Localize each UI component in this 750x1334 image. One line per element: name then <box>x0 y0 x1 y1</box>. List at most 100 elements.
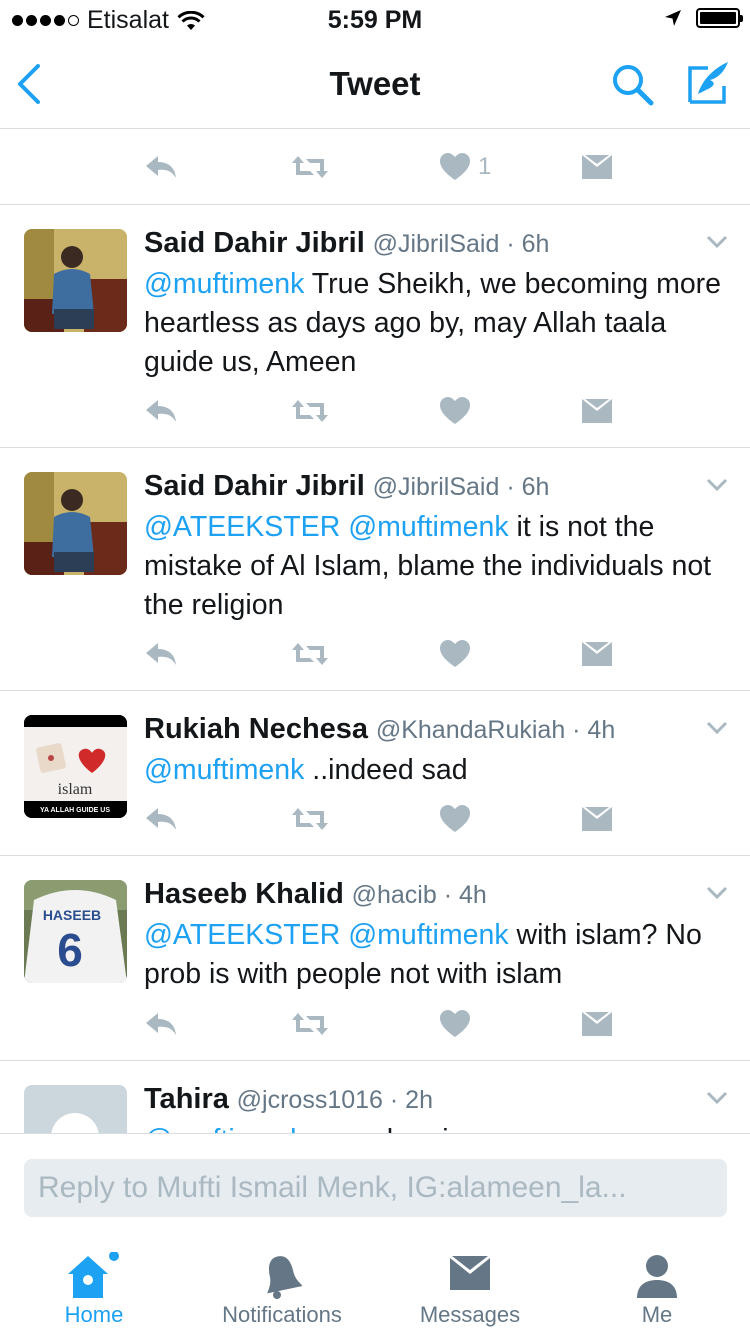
author-name[interactable]: Tahira <box>144 1083 229 1115</box>
tweet[interactable]: HASEEB 6 Haseeb Khalid @hacib · 4h @ATEE… <box>0 856 750 1061</box>
author-handle-time: @KhandaRukiah · 4h <box>375 716 616 744</box>
compose-icon[interactable] <box>684 58 732 106</box>
reply-icon <box>146 1013 176 1035</box>
status-bar: Etisalat 5:59 PM <box>0 0 750 40</box>
like-button[interactable] <box>440 634 470 674</box>
dm-share-button[interactable] <box>582 1004 612 1044</box>
mention-link[interactable]: @muftimenk <box>144 754 304 786</box>
author-handle-time: @hacib · 4h <box>351 881 487 909</box>
author-name[interactable]: Rukiah Nechesa <box>144 713 368 745</box>
retweet-icon <box>292 400 328 422</box>
envelope-icon <box>582 642 612 666</box>
retweet-button[interactable] <box>290 147 330 187</box>
envelope-icon <box>582 1012 612 1036</box>
tab-messages[interactable]: Messages <box>376 1236 564 1334</box>
chevron-down-icon[interactable] <box>706 478 728 492</box>
jersey-number: 6 <box>57 924 83 976</box>
envelope-icon <box>582 155 612 179</box>
person-icon <box>637 1255 677 1298</box>
tweet-actions: 1 <box>144 147 624 187</box>
home-icon <box>68 1252 119 1298</box>
chevron-down-icon[interactable] <box>706 886 728 900</box>
chevron-down-icon[interactable] <box>706 721 728 735</box>
retweet-icon <box>292 643 328 665</box>
tweet-text: @ATEEKSTER @muftimenk it is not the mist… <box>144 508 734 625</box>
retweet-button[interactable] <box>290 799 330 839</box>
reply-button[interactable] <box>144 799 178 839</box>
retweet-icon <box>292 156 328 178</box>
tab-bar: Home Notifications Messages Me <box>0 1236 750 1334</box>
tweet-header: Haseeb Khalid @hacib · 4h <box>144 878 487 911</box>
tweet-actions <box>144 391 624 431</box>
tab-label: Messages <box>419 1302 521 1327</box>
tab-label: Home <box>64 1302 124 1327</box>
dm-share-button[interactable] <box>582 634 612 674</box>
dm-share-button[interactable] <box>582 799 612 839</box>
like-button[interactable]: 1 <box>440 147 491 187</box>
tweet-body: ..indeed sad <box>304 754 468 786</box>
avatar[interactable] <box>24 472 127 575</box>
mention-link[interactable]: @ATEEKSTER @muftimenk <box>144 919 509 951</box>
tweet-text: @muftimenk ..indeed sad <box>144 751 734 790</box>
like-button[interactable] <box>440 391 470 431</box>
author-name[interactable]: Haseeb Khalid <box>144 878 344 910</box>
reply-icon <box>146 643 176 665</box>
reply-bar: Reply to Mufti Ismail Menk, IG:alameen_l… <box>0 1133 750 1236</box>
heart-icon <box>440 805 470 832</box>
like-button[interactable] <box>440 799 470 839</box>
reply-icon <box>146 156 176 178</box>
retweet-icon <box>292 1013 328 1035</box>
search-icon[interactable] <box>610 62 656 108</box>
mention-link[interactable]: @muftimenk <box>144 1124 304 1133</box>
tweet-text: @muftimenk True Sheikh, we becoming more… <box>144 265 734 382</box>
avatar[interactable] <box>24 1085 127 1133</box>
reply-button[interactable] <box>144 634 178 674</box>
tab-me[interactable]: Me <box>564 1236 750 1334</box>
author-name[interactable]: Said Dahir Jibril <box>144 227 365 259</box>
replies-feed[interactable]: 1 Said Dahir Jibril @JibrilSaid · 6h @mu… <box>0 129 750 1133</box>
tweet-actions <box>144 799 624 839</box>
reply-button[interactable] <box>144 391 178 431</box>
tweet-partial[interactable]: 1 <box>0 129 750 205</box>
retweet-button[interactable] <box>290 391 330 431</box>
heart-icon <box>440 153 470 180</box>
retweet-button[interactable] <box>290 634 330 674</box>
author-handle-time: @JibrilSaid · 6h <box>372 230 550 258</box>
reply-icon <box>146 808 176 830</box>
jersey-name: HASEEB <box>43 907 101 923</box>
retweet-button[interactable] <box>290 1004 330 1044</box>
tweet-header: Said Dahir Jibril @JibrilSaid · 6h <box>144 470 549 503</box>
tweet-text: @ATEEKSTER @muftimenk with islam? No pro… <box>144 916 734 994</box>
nav-bar: Tweet <box>0 40 750 129</box>
tweet[interactable]: Tahira @jcross1016 · 2h @muftimenk can w… <box>0 1061 750 1133</box>
status-right <box>664 8 743 28</box>
heart-icon <box>440 640 470 667</box>
avatar[interactable] <box>24 229 127 332</box>
mention-link[interactable]: @muftimenk <box>144 268 304 300</box>
tweet[interactable]: Said Dahir Jibril @JibrilSaid · 6h @muft… <box>0 205 750 448</box>
battery-icon <box>696 8 743 28</box>
author-name[interactable]: Said Dahir Jibril <box>144 470 365 502</box>
tab-label: Notifications <box>222 1302 342 1327</box>
tab-home[interactable]: Home <box>0 1236 188 1334</box>
tweet[interactable]: islam YA ALLAH GUIDE US Rukiah Nechesa @… <box>0 691 750 856</box>
reply-button[interactable] <box>144 147 178 187</box>
avatar[interactable]: islam YA ALLAH GUIDE US <box>24 715 127 818</box>
tweet-actions <box>144 1004 624 1044</box>
retweet-icon <box>292 808 328 830</box>
like-button[interactable] <box>440 1004 470 1044</box>
dm-share-button[interactable] <box>582 147 612 187</box>
mention-link[interactable]: @ATEEKSTER @muftimenk <box>144 511 509 543</box>
chevron-down-icon[interactable] <box>706 235 728 249</box>
avatar[interactable]: HASEEB 6 <box>24 880 127 983</box>
reply-input[interactable]: Reply to Mufti Ismail Menk, IG:alameen_l… <box>24 1159 727 1217</box>
tweet-text-clipped <box>144 129 734 146</box>
heart-icon <box>440 1010 470 1037</box>
reply-button[interactable] <box>144 1004 178 1044</box>
tweet[interactable]: Said Dahir Jibril @JibrilSaid · 6h @ATEE… <box>0 448 750 691</box>
clock: 5:59 PM <box>327 6 423 34</box>
tab-notifications[interactable]: Notifications <box>188 1236 376 1334</box>
chevron-down-icon[interactable] <box>706 1091 728 1105</box>
reply-icon <box>146 400 176 422</box>
dm-share-button[interactable] <box>582 391 612 431</box>
